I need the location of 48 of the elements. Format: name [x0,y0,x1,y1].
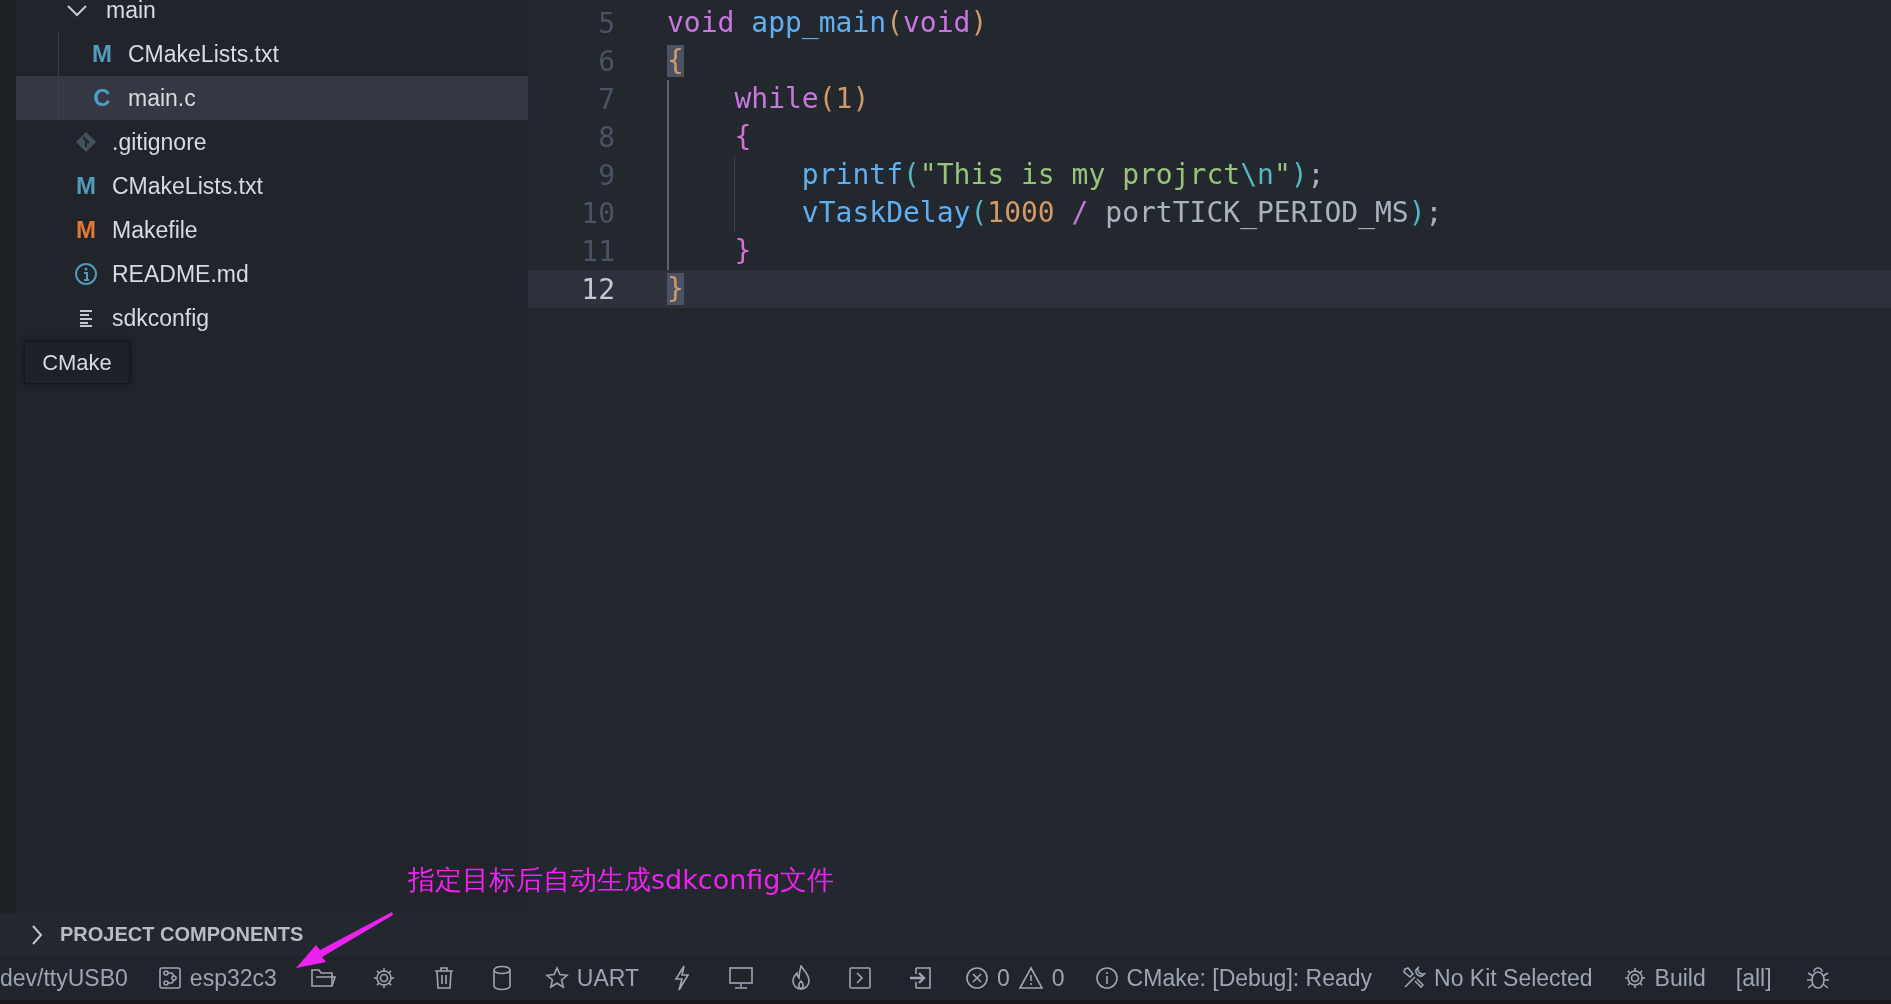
warning-icon [1017,966,1044,990]
section-header[interactable]: PROJECT COMPONENTS [0,913,1891,956]
file-item[interactable]: .gitignore [16,120,528,164]
cylinder-icon [491,965,512,991]
status-item[interactable]: esp32c3 [142,956,292,1000]
file-type-icon: M [74,216,98,244]
status-item[interactable]: dev/ttyUSB0 [0,956,143,1000]
file-item[interactable]: M CMakeLists.txt [16,32,528,76]
terminal-icon [848,966,872,990]
flame-icon [790,965,812,991]
status-item[interactable]: [all] [1720,956,1787,1000]
status-item[interactable]: Build [1607,956,1721,1000]
file-item[interactable]: C main.c [16,76,528,120]
file-item[interactable]: M Makefile [16,208,528,252]
info-icon [1094,966,1119,990]
code-line: vTaskDelay(1000 / portTICK_PERIOD_MS); [667,194,1443,232]
chevron-right-icon [30,923,44,946]
status-item[interactable]: CMake: [Debug]: Ready [1079,956,1388,1000]
error-icon [965,966,989,990]
arrow-into-box-icon [908,966,932,990]
tools-icon [1402,966,1427,990]
star-icon [544,966,569,990]
file-type-icon: C [90,84,114,112]
file-item[interactable]: sdkconfig [16,296,528,340]
code-line: printf("This is my projrct\n"); [667,156,1325,194]
info-icon [74,262,98,286]
code-line: void app_main(void) [667,5,988,41]
file-item[interactable]: M CMakeLists.txt [16,164,528,208]
problems-button[interactable]: 0 0 [950,956,1080,1000]
line-number: 12 [580,272,615,306]
code-line: while(1) [667,80,870,118]
circuit-board-icon [157,966,182,990]
monitor-icon [728,966,754,990]
file-type-icon: M [74,172,98,200]
file-item[interactable]: README.md [16,252,528,296]
status-item[interactable]: UART [529,956,654,1000]
status-item[interactable]: No Kit Selected [1387,956,1608,1000]
gear-icon [1622,966,1647,990]
tooltip: CMake [24,341,130,384]
code-line: { [667,118,752,156]
annotation-text: 指定目标后自动生成sdkconfig文件 [408,863,835,897]
file-type-icon: M [90,40,114,68]
lightning-icon [672,965,692,991]
git-icon [74,130,98,154]
gear-icon [371,966,396,990]
folder-item[interactable]: main [16,0,528,32]
folder-icon [309,966,336,990]
bug-icon [1804,965,1831,991]
